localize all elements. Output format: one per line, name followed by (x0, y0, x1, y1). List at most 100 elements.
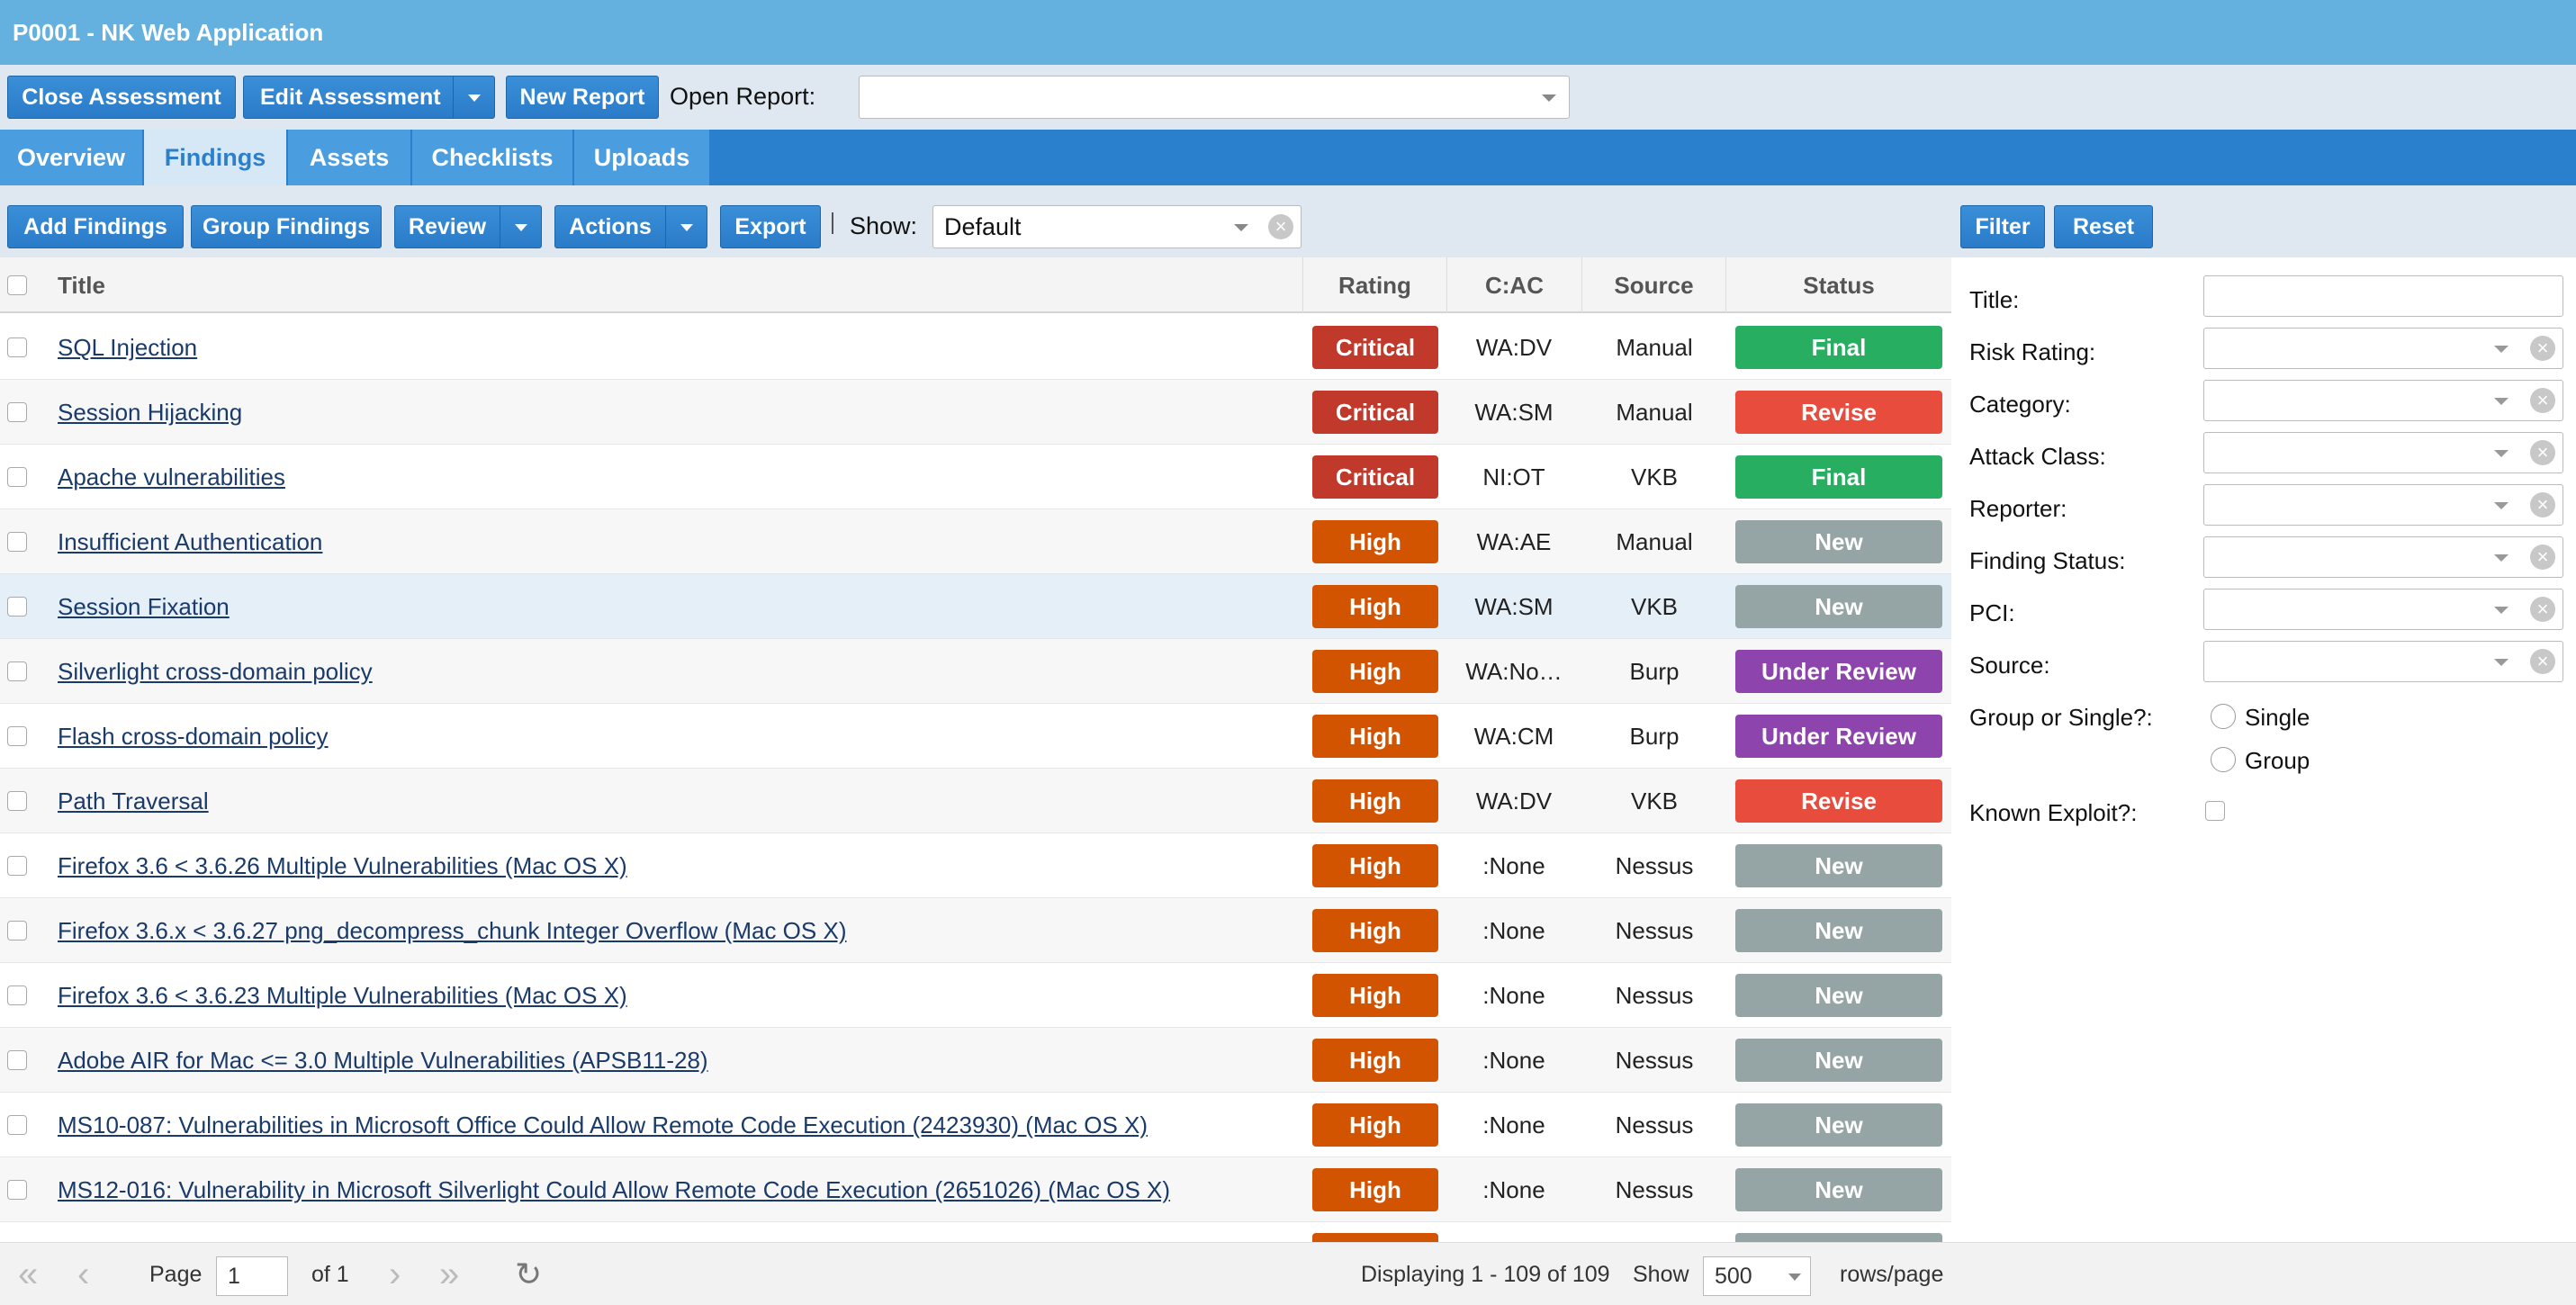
filter-pci-select[interactable]: × (2203, 589, 2563, 630)
column-cac[interactable]: C:AC (1447, 257, 1582, 313)
prev-page-icon[interactable]: ‹ (77, 1243, 89, 1305)
row-checkbox[interactable] (7, 532, 27, 552)
row-checkbox[interactable] (7, 986, 27, 1005)
filter-risk-rating-select[interactable]: × (2203, 328, 2563, 369)
clear-icon[interactable]: × (1268, 214, 1293, 239)
finding-title-link[interactable]: SQL Injection (58, 315, 197, 380)
known-exploit-checkbox[interactable] (2205, 801, 2225, 821)
rows-per-page-select[interactable]: 500 (1703, 1256, 1811, 1296)
row-checkbox[interactable] (7, 921, 27, 940)
column-title[interactable]: Title (43, 257, 1303, 313)
row-checkbox[interactable] (7, 662, 27, 681)
next-page-icon[interactable]: › (389, 1243, 401, 1305)
first-page-icon[interactable]: « (18, 1243, 38, 1305)
row-checkbox[interactable] (7, 856, 27, 876)
filter-finding-status-select[interactable]: × (2203, 536, 2563, 578)
reset-button[interactable]: Reset (2054, 205, 2153, 248)
filter-known-exploit-label: Known Exploit?: (1969, 799, 2138, 826)
tab-overview[interactable]: Overview (0, 130, 144, 185)
finding-title-link[interactable]: MS12-016: Vulnerability in Microsoft Sil… (58, 1157, 1170, 1222)
finding-title-link[interactable]: Adobe AIR for Mac <= 3.0 Multiple Vulner… (58, 1028, 708, 1093)
table-row[interactable]: MS12-016: Vulnerability in Microsoft Sil… (0, 1157, 1951, 1222)
finding-title-link[interactable]: Firefox 3.6.x < 3.6.27 png_decompress_ch… (58, 898, 846, 963)
filter-category-select[interactable]: × (2203, 380, 2563, 421)
finding-title-link[interactable]: Firefox 3.6 < 3.6.23 Multiple Vulnerabil… (58, 963, 627, 1028)
table-row[interactable]: Firefox 3.6 < 3.6.26 Multiple Vulnerabil… (0, 833, 1951, 898)
review-dropdown-icon[interactable] (500, 206, 541, 248)
status-badge: Under Review (1735, 715, 1942, 758)
last-page-icon[interactable]: » (439, 1243, 459, 1305)
filter-attack-class-select[interactable]: × (2203, 432, 2563, 473)
show-view-select[interactable]: Default × (932, 205, 1302, 248)
table-row[interactable]: Apache vulnerabilities Critical NI:OT VKB Fi… (0, 445, 1951, 509)
table-row[interactable]: Path Traversal High WA:DV VKB Revise (0, 769, 1951, 833)
select-all-checkbox[interactable] (7, 275, 27, 295)
page-number-input[interactable]: 1 (216, 1256, 288, 1296)
status-badge: New (1735, 909, 1942, 952)
table-row[interactable]: Flash cross-domain policy High WA:CM Burp Un… (0, 704, 1951, 769)
clear-icon[interactable]: × (2530, 544, 2555, 570)
tab-assets[interactable]: Assets (288, 130, 412, 185)
column-rating[interactable]: Rating (1303, 257, 1447, 313)
finding-title-link[interactable]: Flash cross-domain policy (58, 704, 329, 769)
clear-icon[interactable]: × (2530, 492, 2555, 518)
clear-icon[interactable]: × (2530, 440, 2555, 465)
row-checkbox[interactable] (7, 726, 27, 746)
new-report-button[interactable]: New Report (506, 76, 659, 119)
row-checkbox[interactable] (7, 791, 27, 811)
refresh-icon[interactable]: ↻ (515, 1243, 542, 1305)
column-source[interactable]: Source (1582, 257, 1726, 313)
row-checkbox[interactable] (7, 1180, 27, 1200)
finding-title-link[interactable]: Silverlight cross-domain policy (58, 639, 373, 704)
finding-title-link[interactable]: Insufficient Authentication (58, 509, 322, 574)
table-row[interactable]: Silverlight cross-domain policy High WA:No… (0, 639, 1951, 704)
row-checkbox[interactable] (7, 597, 27, 616)
group-findings-button[interactable]: Group Findings (191, 205, 382, 248)
filter-source-select[interactable]: × (2203, 641, 2563, 682)
finding-title-link[interactable]: Apache vulnerabilities (58, 445, 285, 509)
finding-title-link[interactable]: Firefox 3.6 < 3.6.26 Multiple Vulnerabil… (58, 833, 627, 898)
row-checkbox[interactable] (7, 1115, 27, 1135)
open-report-select[interactable] (859, 76, 1570, 119)
tab-findings[interactable]: Findings (144, 130, 288, 185)
clear-icon[interactable]: × (2530, 649, 2555, 674)
table-row[interactable]: Adobe AIR for Mac <= 3.0 Multiple Vulner… (0, 1028, 1951, 1093)
add-findings-button[interactable]: Add Findings (7, 205, 184, 248)
row-checkbox[interactable] (7, 467, 27, 487)
radio-group[interactable] (2211, 747, 2236, 772)
finding-title-link[interactable]: Path Traversal (58, 769, 209, 833)
actions-button[interactable]: Actions (554, 205, 707, 248)
filter-reporter-select[interactable]: × (2203, 484, 2563, 526)
actions-dropdown-icon[interactable] (665, 206, 707, 248)
table-row[interactable]: Session Hijacking Critical WA:SM Manual Revi… (0, 380, 1951, 445)
tab-checklists[interactable]: Checklists (412, 130, 574, 185)
close-assessment-button[interactable]: Close Assessment (7, 76, 236, 119)
edit-assessment-dropdown-icon[interactable] (453, 76, 494, 118)
page-label: Page (149, 1262, 203, 1287)
clear-icon[interactable]: × (2530, 597, 2555, 622)
row-checkbox[interactable] (7, 402, 27, 422)
table-row[interactable]: SQL Injection Critical WA:DV Manual Final (0, 315, 1951, 380)
finding-title-link[interactable]: MS10-087: Vulnerabilities in Microsoft O… (58, 1093, 1148, 1157)
review-button[interactable]: Review (394, 205, 542, 248)
table-row[interactable]: Insufficient Authentication High WA:AE Manu… (0, 509, 1951, 574)
filter-title-input[interactable] (2203, 275, 2563, 317)
clear-icon[interactable]: × (2530, 388, 2555, 413)
row-checkbox[interactable] (7, 338, 27, 357)
tab-uploads[interactable]: Uploads (574, 130, 711, 185)
edit-assessment-button[interactable]: Edit Assessment (243, 76, 495, 119)
export-button[interactable]: Export (720, 205, 821, 248)
table-row[interactable]: Firefox 3.6.x < 3.6.27 png_decompress_ch… (0, 898, 1951, 963)
column-status[interactable]: Status (1726, 257, 1951, 313)
table-row[interactable]: MS11-082 / MS11-094 / MS11-096 : Vulnera… (0, 1222, 1951, 1242)
finding-title-link[interactable]: MS11-082 / MS11-094 / MS11-096 : Vulnera… (58, 1222, 1267, 1242)
finding-title-link[interactable]: Session Fixation (58, 574, 230, 639)
table-row[interactable]: MS10-087: Vulnerabilities in Microsoft O… (0, 1093, 1951, 1157)
clear-icon[interactable]: × (2530, 336, 2555, 361)
radio-single[interactable] (2211, 704, 2236, 729)
table-row[interactable]: Session Fixation High WA:SM VKB New (0, 574, 1951, 639)
row-checkbox[interactable] (7, 1050, 27, 1070)
finding-title-link[interactable]: Session Hijacking (58, 380, 242, 445)
table-row[interactable]: Firefox 3.6 < 3.6.23 Multiple Vulnerabil… (0, 963, 1951, 1028)
filter-button[interactable]: Filter (1960, 205, 2045, 248)
